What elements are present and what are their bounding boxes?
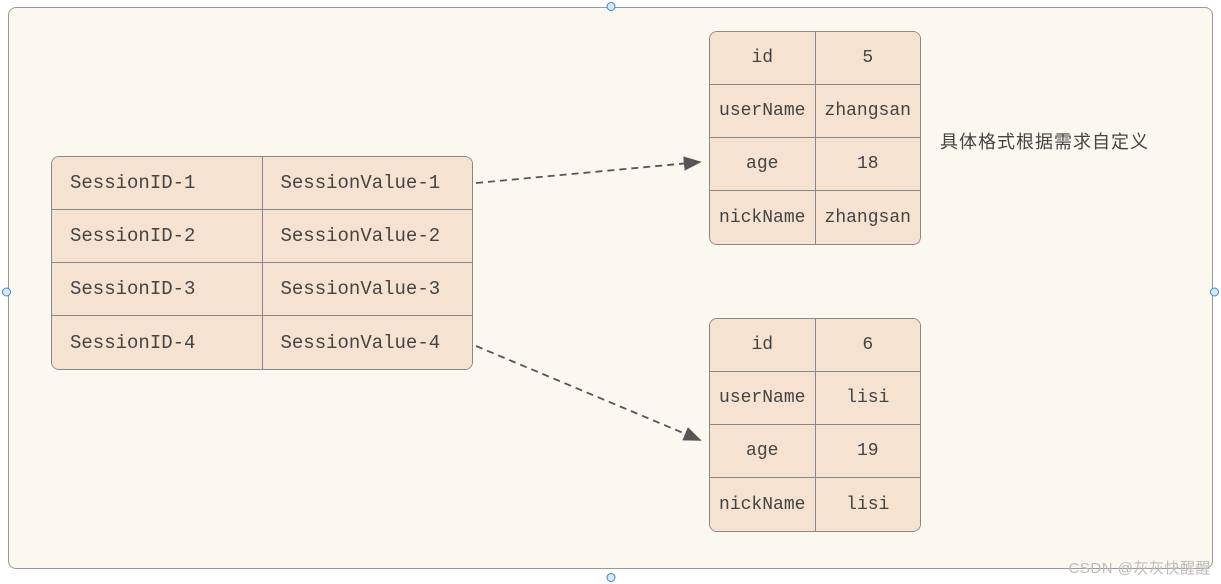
detail-val-cell: lisi	[816, 372, 921, 424]
detail-val-cell: 19	[816, 425, 921, 477]
session-id-cell: SessionID-4	[52, 316, 263, 369]
table-row: nickName lisi	[710, 478, 920, 531]
table-row: nickName zhangsan	[710, 191, 920, 244]
detail-key-cell: nickName	[710, 478, 816, 531]
resize-handle-right[interactable]	[1210, 288, 1219, 297]
detail-val-cell: 6	[816, 319, 921, 371]
detail-val-cell: 5	[816, 32, 921, 84]
detail-key-cell: userName	[710, 85, 816, 137]
watermark-text: CSDN @灰灰快醒醒	[1069, 557, 1211, 578]
session-id-cell: SessionID-1	[52, 157, 263, 209]
detail-table-1: id 5 userName zhangsan age 18 nickName z…	[709, 31, 921, 245]
detail-key-cell: age	[710, 425, 816, 477]
detail-key-cell: nickName	[710, 191, 816, 244]
table-row: SessionID-4 SessionValue-4	[52, 316, 472, 369]
detail-val-cell: zhangsan	[816, 85, 921, 137]
table-row: userName lisi	[710, 372, 920, 425]
session-value-cell: SessionValue-3	[263, 263, 473, 315]
session-table: SessionID-1 SessionValue-1 SessionID-2 S…	[51, 156, 473, 370]
table-row: SessionID-2 SessionValue-2	[52, 210, 472, 263]
detail-key-cell: userName	[710, 372, 816, 424]
table-row: id 5	[710, 32, 920, 85]
resize-handle-bottom[interactable]	[606, 573, 615, 582]
table-row: age 18	[710, 138, 920, 191]
detail-key-cell: age	[710, 138, 816, 190]
session-value-cell: SessionValue-1	[263, 157, 473, 209]
detail-table-2: id 6 userName lisi age 19 nickName lisi	[709, 318, 921, 532]
note-text: 具体格式根据需求自定义	[940, 128, 1149, 154]
session-id-cell: SessionID-3	[52, 263, 263, 315]
session-value-cell: SessionValue-4	[263, 316, 473, 369]
table-row: SessionID-3 SessionValue-3	[52, 263, 472, 316]
detail-val-cell: lisi	[816, 478, 921, 531]
session-id-cell: SessionID-2	[52, 210, 263, 262]
detail-key-cell: id	[710, 32, 816, 84]
table-row: userName zhangsan	[710, 85, 920, 138]
detail-val-cell: 18	[816, 138, 921, 190]
resize-handle-top[interactable]	[606, 2, 615, 11]
detail-key-cell: id	[710, 319, 816, 371]
resize-handle-left[interactable]	[2, 288, 11, 297]
table-row: age 19	[710, 425, 920, 478]
table-row: SessionID-1 SessionValue-1	[52, 157, 472, 210]
detail-val-cell: zhangsan	[816, 191, 921, 244]
session-value-cell: SessionValue-2	[263, 210, 473, 262]
table-row: id 6	[710, 319, 920, 372]
